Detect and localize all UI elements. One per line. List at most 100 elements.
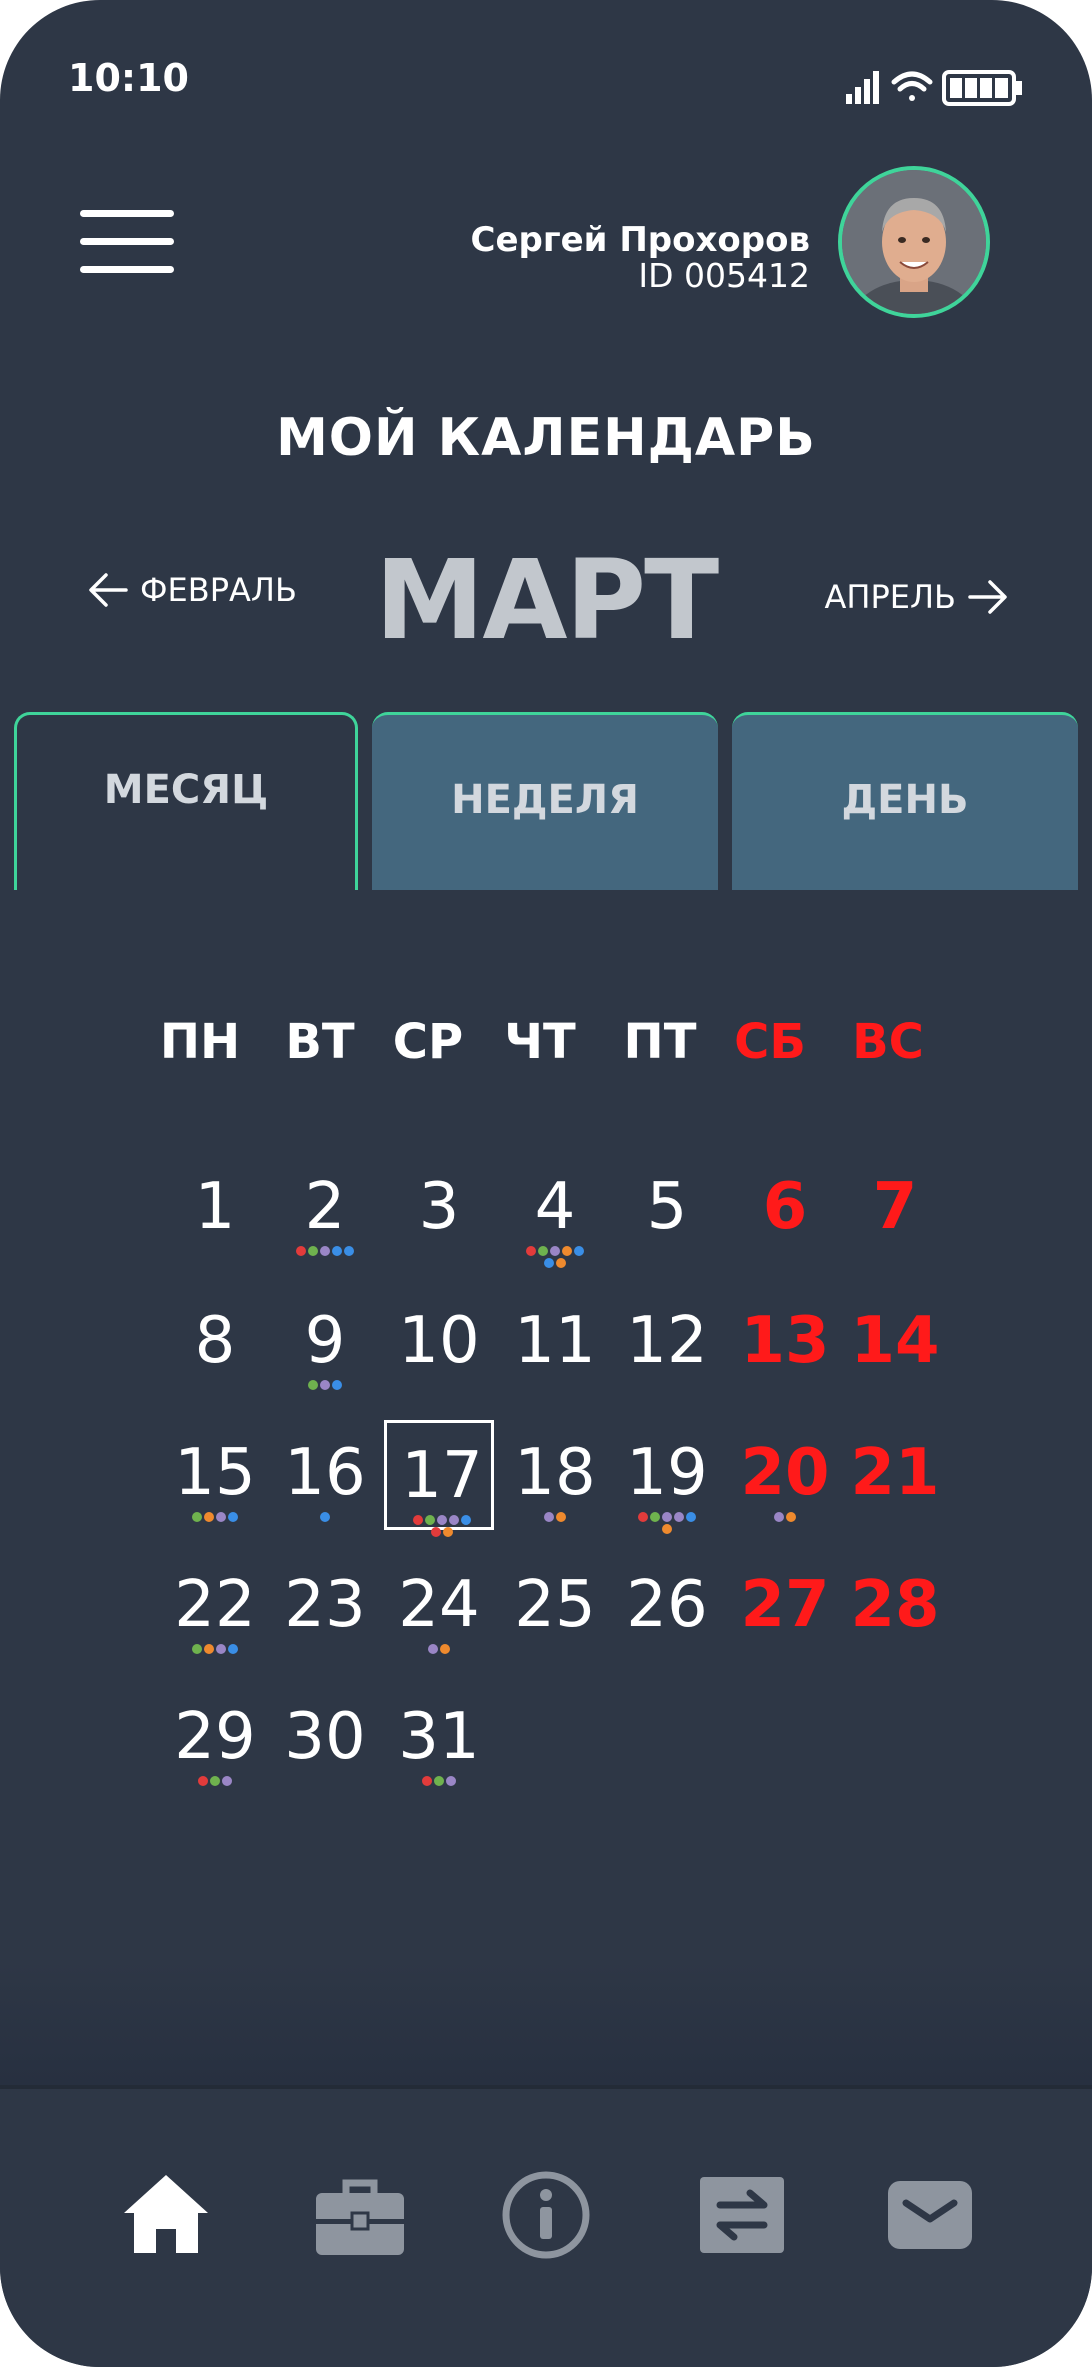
calendar-day[interactable]: 15 [160, 1420, 270, 1530]
calendar-day[interactable]: 7 [840, 1154, 950, 1264]
calendar-day[interactable]: 5 [612, 1154, 722, 1264]
status-icons [846, 70, 1022, 106]
calendar-day[interactable]: 12 [612, 1288, 722, 1398]
event-dot [662, 1512, 672, 1522]
avatar[interactable] [838, 166, 990, 318]
event-dot [431, 1527, 441, 1537]
event-dot [308, 1380, 318, 1390]
calendar-day[interactable]: 4 [500, 1154, 610, 1268]
event-dot [550, 1246, 560, 1256]
day-number: 14 [850, 1304, 940, 1378]
calendar-day[interactable]: 19 [612, 1420, 722, 1534]
event-dot [674, 1512, 684, 1522]
event-dots [160, 1512, 270, 1522]
calendar-day[interactable]: 24 [384, 1552, 494, 1662]
calendar-day[interactable]: 10 [384, 1288, 494, 1398]
event-dot [308, 1246, 318, 1256]
event-dots [270, 1246, 380, 1256]
info-icon [502, 2171, 590, 2259]
day-number: 27 [740, 1568, 830, 1642]
day-number: 9 [304, 1304, 346, 1378]
nav-briefcase[interactable] [310, 2165, 410, 2265]
calendar-day[interactable]: 23 [270, 1552, 380, 1662]
nav-home[interactable] [116, 2165, 216, 2265]
calendar-day[interactable]: 27 [730, 1552, 840, 1662]
event-dot [192, 1512, 202, 1522]
calendar-day[interactable]: 9 [270, 1288, 380, 1398]
event-dot [449, 1515, 459, 1525]
day-number: 21 [850, 1436, 940, 1510]
event-dot [461, 1515, 471, 1525]
menu-icon-bar [80, 238, 174, 245]
event-dot [228, 1644, 238, 1654]
nav-info[interactable] [496, 2165, 596, 2265]
event-dot [786, 1512, 796, 1522]
weekday-mon: ПН [159, 1014, 241, 1070]
day-number: 25 [514, 1568, 596, 1642]
home-icon [124, 2175, 208, 2253]
calendar-day[interactable]: 18 [500, 1420, 610, 1530]
tab-week[interactable]: НЕДЕЛЯ [372, 712, 718, 890]
user-name: Сергей Прохоров [470, 220, 811, 260]
wifi-icon [891, 71, 933, 101]
day-number: 24 [398, 1568, 480, 1642]
weekday-tue: ВТ [285, 1014, 355, 1070]
day-number: 8 [194, 1304, 236, 1378]
signal-icon [846, 71, 879, 104]
mail-icon [888, 2181, 972, 2249]
calendar-day[interactable]: 16 [270, 1420, 380, 1530]
event-dots [160, 1776, 270, 1786]
calendar-day[interactable]: 14 [840, 1288, 950, 1398]
event-dot [650, 1512, 660, 1522]
event-dots [612, 1512, 722, 1534]
calendar-day[interactable]: 26 [612, 1552, 722, 1662]
event-dot [222, 1776, 232, 1786]
event-dots [500, 1246, 610, 1268]
calendar-day[interactable]: 28 [840, 1552, 950, 1662]
event-dot [228, 1512, 238, 1522]
event-dot [686, 1512, 696, 1522]
calendar-day[interactable]: 31 [384, 1684, 494, 1794]
event-dot [413, 1515, 423, 1525]
event-dot [320, 1380, 330, 1390]
calendar-day[interactable]: 30 [270, 1684, 380, 1794]
calendar-day[interactable]: 1 [160, 1154, 270, 1264]
day-number: 30 [284, 1700, 366, 1774]
tab-month[interactable]: МЕСЯЦ [14, 712, 358, 890]
calendar-day[interactable]: 29 [160, 1684, 270, 1794]
calendar-day[interactable]: 21 [840, 1420, 950, 1530]
phone-screen: 10:10 Сергей Прохоров ID 005412 МОЙ КАЛЕ… [0, 0, 1092, 2367]
page-title: МОЙ КАЛЕНДАРЬ [276, 408, 816, 468]
calendar-day[interactable]: 20 [730, 1420, 840, 1530]
calendar-day[interactable]: 3 [384, 1154, 494, 1264]
calendar-day[interactable]: 11 [500, 1288, 610, 1398]
nav-mail[interactable] [880, 2165, 980, 2265]
day-number: 5 [646, 1170, 688, 1244]
day-number: 20 [740, 1436, 830, 1510]
calendar-day[interactable]: 2 [270, 1154, 380, 1264]
arrow-right-icon [968, 580, 1007, 614]
calendar-day[interactable]: 25 [500, 1552, 610, 1662]
event-dot [204, 1644, 214, 1654]
event-dots [384, 1644, 494, 1654]
day-number: 7 [872, 1170, 918, 1244]
day-number: 11 [514, 1304, 596, 1378]
nav-transfer[interactable] [692, 2165, 792, 2265]
tab-day[interactable]: ДЕНЬ [732, 712, 1078, 890]
calendar-day[interactable]: 6 [730, 1154, 840, 1264]
day-number: 6 [762, 1170, 808, 1244]
event-dot [210, 1776, 220, 1786]
weekday-wed: СР [392, 1014, 464, 1070]
event-dot [538, 1246, 548, 1256]
event-dot [662, 1524, 672, 1534]
event-dot [344, 1246, 354, 1256]
calendar-day[interactable]: 13 [730, 1288, 840, 1398]
calendar-day-today[interactable]: 17 [384, 1420, 494, 1537]
event-dots [387, 1515, 497, 1537]
event-dot [204, 1512, 214, 1522]
menu-button[interactable] [80, 210, 174, 274]
briefcase-icon [316, 2179, 404, 2255]
next-month-link[interactable]: АПРЕЛЬ [825, 575, 1010, 619]
calendar-day[interactable]: 8 [160, 1288, 270, 1398]
calendar-day[interactable]: 22 [160, 1552, 270, 1662]
